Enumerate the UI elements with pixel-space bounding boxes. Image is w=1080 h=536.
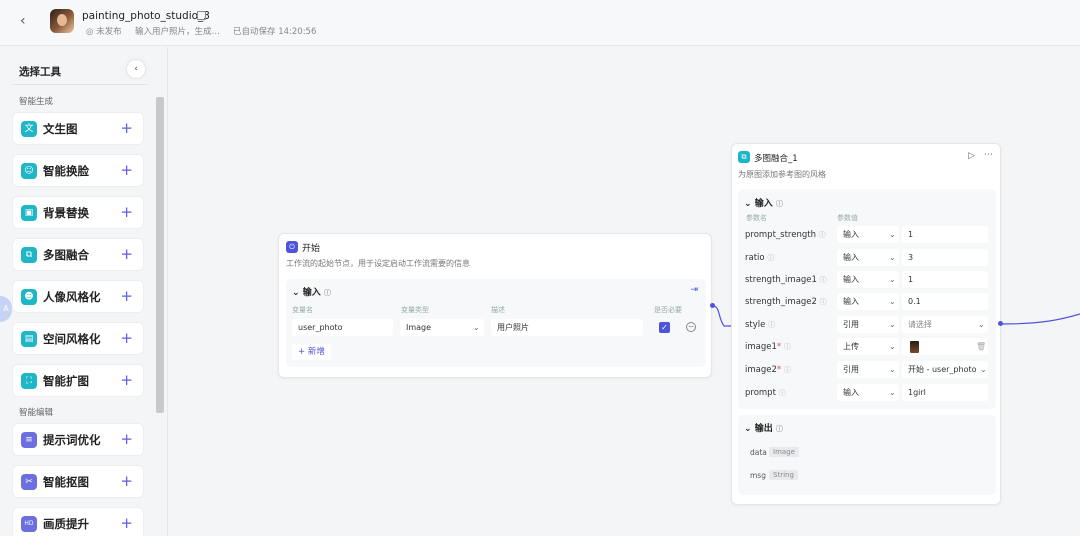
fusion-icon: ⧉ [738,151,750,163]
var-desc-input[interactable]: 用户照片 [491,319,643,336]
start-node[interactable]: ⏻ 开始 工作流的起始节点，用于设定启动工作流需要的信息 ⌄ 输入 ⓘ ⇥ 变量… [278,233,712,378]
col-desc: 描述 [491,306,505,314]
start-icon: ⏻ [286,241,298,253]
remove-row-icon[interactable]: − [686,322,696,332]
param-label: image2* ⓘ [745,365,791,375]
panel-title: ⌄ 输入 ⓘ [292,288,331,298]
output-type-badge: String [769,470,798,480]
param-label: ratio ⓘ [745,253,775,263]
output-type-badge: Image [769,447,799,457]
param-label: image1* ⓘ [745,342,791,352]
chevron-down-icon: ⌄ [889,253,896,262]
style-select[interactable]: 请选择 [902,316,988,333]
col-varname: 变量名 [292,306,313,314]
start-output-port[interactable] [710,303,715,308]
node-description: 工作流的起始节点，用于设定启动工作流需要的信息 [286,259,470,268]
fusion-output-panel: ⌄ 输出 ⓘ data Image msg String [738,415,996,495]
fusion-output-port[interactable] [998,321,1003,326]
param-label: strength_image1 ⓘ [745,275,827,285]
edge-fusion-out [1001,313,1080,325]
run-node-icon[interactable]: ▷ [968,151,975,161]
var-name-input[interactable]: user_photo [292,319,393,336]
col-vartype: 变量类型 [401,306,429,314]
reference-select[interactable]: 开始 - user_photo [902,361,988,378]
edge-start-to-fusion [712,305,731,327]
required-checkbox[interactable]: ✓ [659,322,670,333]
col-param-name: 参数名 [746,214,767,222]
import-icon[interactable]: ⇥ [690,285,698,295]
fusion-input-panel: ⌄ 输入 ⓘ 参数名 参数值 prompt_strength ⓘ 输入 ⌄ 1 … [738,189,996,409]
chevron-down-icon: ⌄ [473,323,480,332]
output-name: msg [750,471,766,480]
chevron-down-icon: ⌄ [889,388,896,397]
chevron-down-icon: ⌄ [889,342,896,351]
fusion-node[interactable]: ⧉ 多图融合_1 ▷ ⋯ 为原图添加参考图的风格 ⌄ 输入 ⓘ 参数名 参数值 … [731,143,1001,505]
node-description: 为原图添加参考图的风格 [738,170,826,179]
delete-icon[interactable]: 🗑 [976,338,986,355]
panel-title: ⌄ 输入 ⓘ [744,199,783,209]
chevron-down-icon: ⌄ [889,297,896,306]
param-value-input[interactable]: 1girl [902,384,988,401]
col-required: 是否必要 [654,306,682,314]
chevron-down-icon: ⌄ [889,365,896,374]
param-label: prompt_strength ⓘ [745,230,826,240]
panel-title: ⌄ 输出 ⓘ [744,424,783,434]
col-param-value: 参数值 [837,214,858,222]
chevron-down-icon: ⌄ [889,230,896,239]
chevron-down-icon: ⌄ [889,320,896,329]
node-title: 多图融合_1 [754,154,798,164]
chevron-down-icon: ⌄ [889,275,896,284]
uploaded-image-thumbnail [910,341,919,353]
param-label: prompt ⓘ [745,388,786,398]
chevron-down-icon: ⌄ [980,365,987,374]
param-value-input[interactable]: 1 [902,226,988,243]
param-value-input[interactable]: 0.1 [902,293,988,310]
output-name: data [750,448,767,457]
param-label: style ⓘ [745,320,776,330]
param-value-input[interactable]: 1 [902,271,988,288]
more-options-icon[interactable]: ⋯ [984,150,993,160]
add-variable-button[interactable]: + 新增 [292,344,331,360]
var-type-select[interactable]: Image [400,319,484,336]
param-label: strength_image2 ⓘ [745,297,827,307]
chevron-down-icon: ⌄ [978,320,985,329]
node-title: 开始 [302,244,321,254]
start-input-panel: ⌄ 输入 ⓘ ⇥ 变量名 变量类型 描述 是否必要 user_photo Ima… [286,279,706,367]
param-value-input[interactable]: 3 [902,249,988,266]
